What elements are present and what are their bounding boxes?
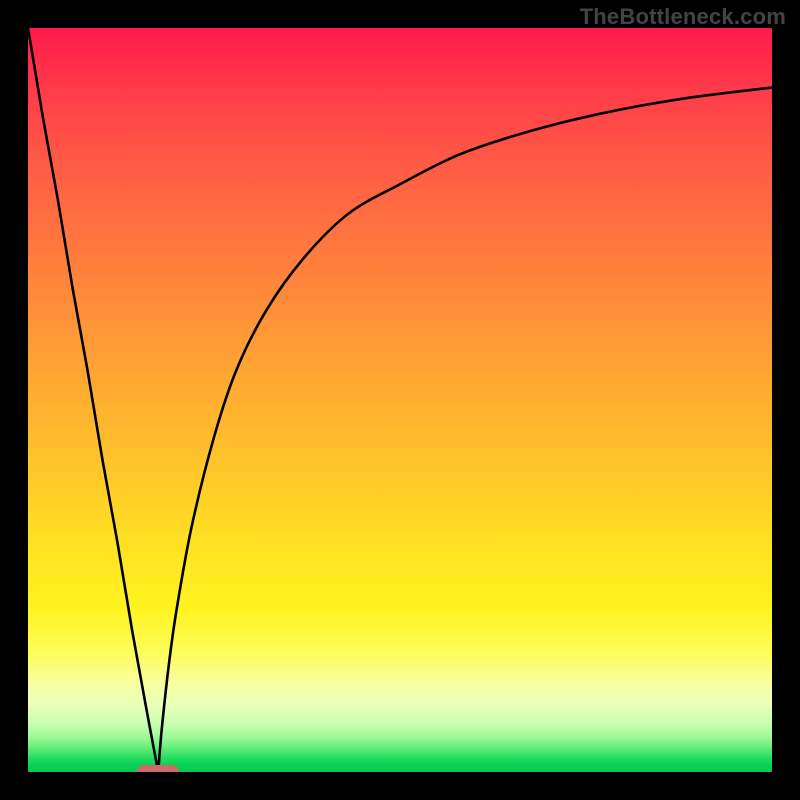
curve-path [28,28,772,772]
chart-frame: TheBottleneck.com [0,0,800,800]
plot-area [28,28,772,772]
watermark-text: TheBottleneck.com [580,4,786,30]
optimum-marker [137,765,179,772]
bottleneck-v-curve [28,28,772,772]
